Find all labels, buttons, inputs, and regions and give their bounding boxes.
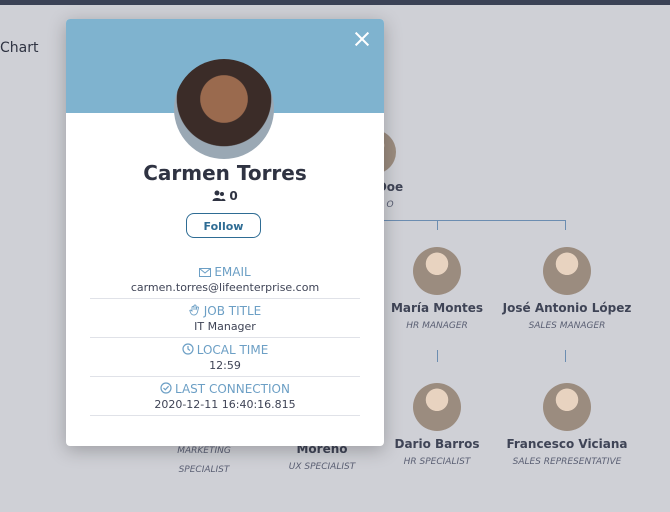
followers-count: 0	[66, 189, 384, 203]
divider	[90, 415, 360, 416]
node-name: María Montes	[390, 301, 484, 315]
connector-line	[437, 350, 438, 362]
check-circle-icon	[160, 382, 172, 394]
connector-line	[565, 350, 566, 362]
node-role: UX SPECIALIST	[288, 462, 356, 472]
users-icon	[212, 190, 226, 201]
last-connection-label: LAST CONNECTION	[90, 382, 360, 396]
job-title-value: IT Manager	[194, 320, 256, 333]
last-connection-section: LAST CONNECTION 2020-12-11 16:40:16.815	[90, 382, 360, 416]
followers-count-value: 0	[229, 189, 238, 203]
avatar	[543, 383, 591, 431]
org-node-manager[interactable]: José Antonio López SALES MANAGER	[492, 247, 642, 331]
email-section: EMAIL carmen.torres@lifeenterprise.com	[90, 265, 360, 299]
local-time-value: 12:59	[209, 359, 241, 372]
email-label-text: EMAIL	[214, 265, 251, 279]
org-node-staff[interactable]: Francesco Viciana SALES REPRESENTATIVE	[492, 383, 642, 467]
last-connection-label-text: LAST CONNECTION	[175, 382, 290, 396]
local-time-label: LOCAL TIME	[90, 343, 360, 357]
job-title-label: JOB TITLE	[90, 304, 360, 318]
node-role: HR MANAGER	[406, 321, 468, 331]
profile-name: Carmen Torres	[143, 161, 307, 185]
org-node-staff[interactable]: Moreno UX SPECIALIST	[272, 442, 372, 472]
org-node-manager[interactable]: María Montes HR MANAGER	[362, 247, 512, 331]
profile-modal: Carmen Torres 0 Follow EMAIL carmen.torr…	[66, 19, 384, 446]
close-icon[interactable]	[352, 29, 372, 49]
node-role: HR SPECIALIST	[403, 457, 471, 467]
connector-line	[437, 220, 438, 230]
avatar	[413, 247, 461, 295]
node-name: Francesco Viciana	[506, 437, 628, 451]
avatar	[543, 247, 591, 295]
node-name: José Antonio López	[502, 301, 632, 315]
node-role: MARKETING SPECIALIST	[177, 446, 231, 475]
node-name: Dario Barros	[394, 437, 480, 451]
job-title-section: JOB TITLE IT Manager	[90, 304, 360, 338]
divider	[90, 376, 360, 377]
clock-icon	[182, 343, 194, 355]
divider	[90, 298, 360, 299]
envelope-icon	[199, 268, 212, 277]
follow-button[interactable]: Follow	[186, 213, 261, 238]
connector-line	[384, 220, 566, 221]
email-value: carmen.torres@lifeenterprise.com	[130, 281, 320, 294]
connector-line	[565, 220, 566, 230]
node-role: SALES MANAGER	[528, 321, 606, 331]
divider	[90, 337, 360, 338]
local-time-section: LOCAL TIME 12:59	[90, 343, 360, 377]
job-title-label-text: JOB TITLE	[203, 304, 262, 318]
hand-icon	[189, 304, 199, 316]
local-time-label-text: LOCAL TIME	[196, 343, 269, 357]
org-node-staff[interactable]: Dario Barros HR SPECIALIST	[362, 383, 512, 467]
last-connection-value: 2020-12-11 16:40:16.815	[154, 398, 296, 411]
node-role: SALES REPRESENTATIVE	[512, 457, 622, 467]
avatar	[413, 383, 461, 431]
profile-avatar	[174, 59, 274, 159]
email-label: EMAIL	[90, 265, 360, 279]
